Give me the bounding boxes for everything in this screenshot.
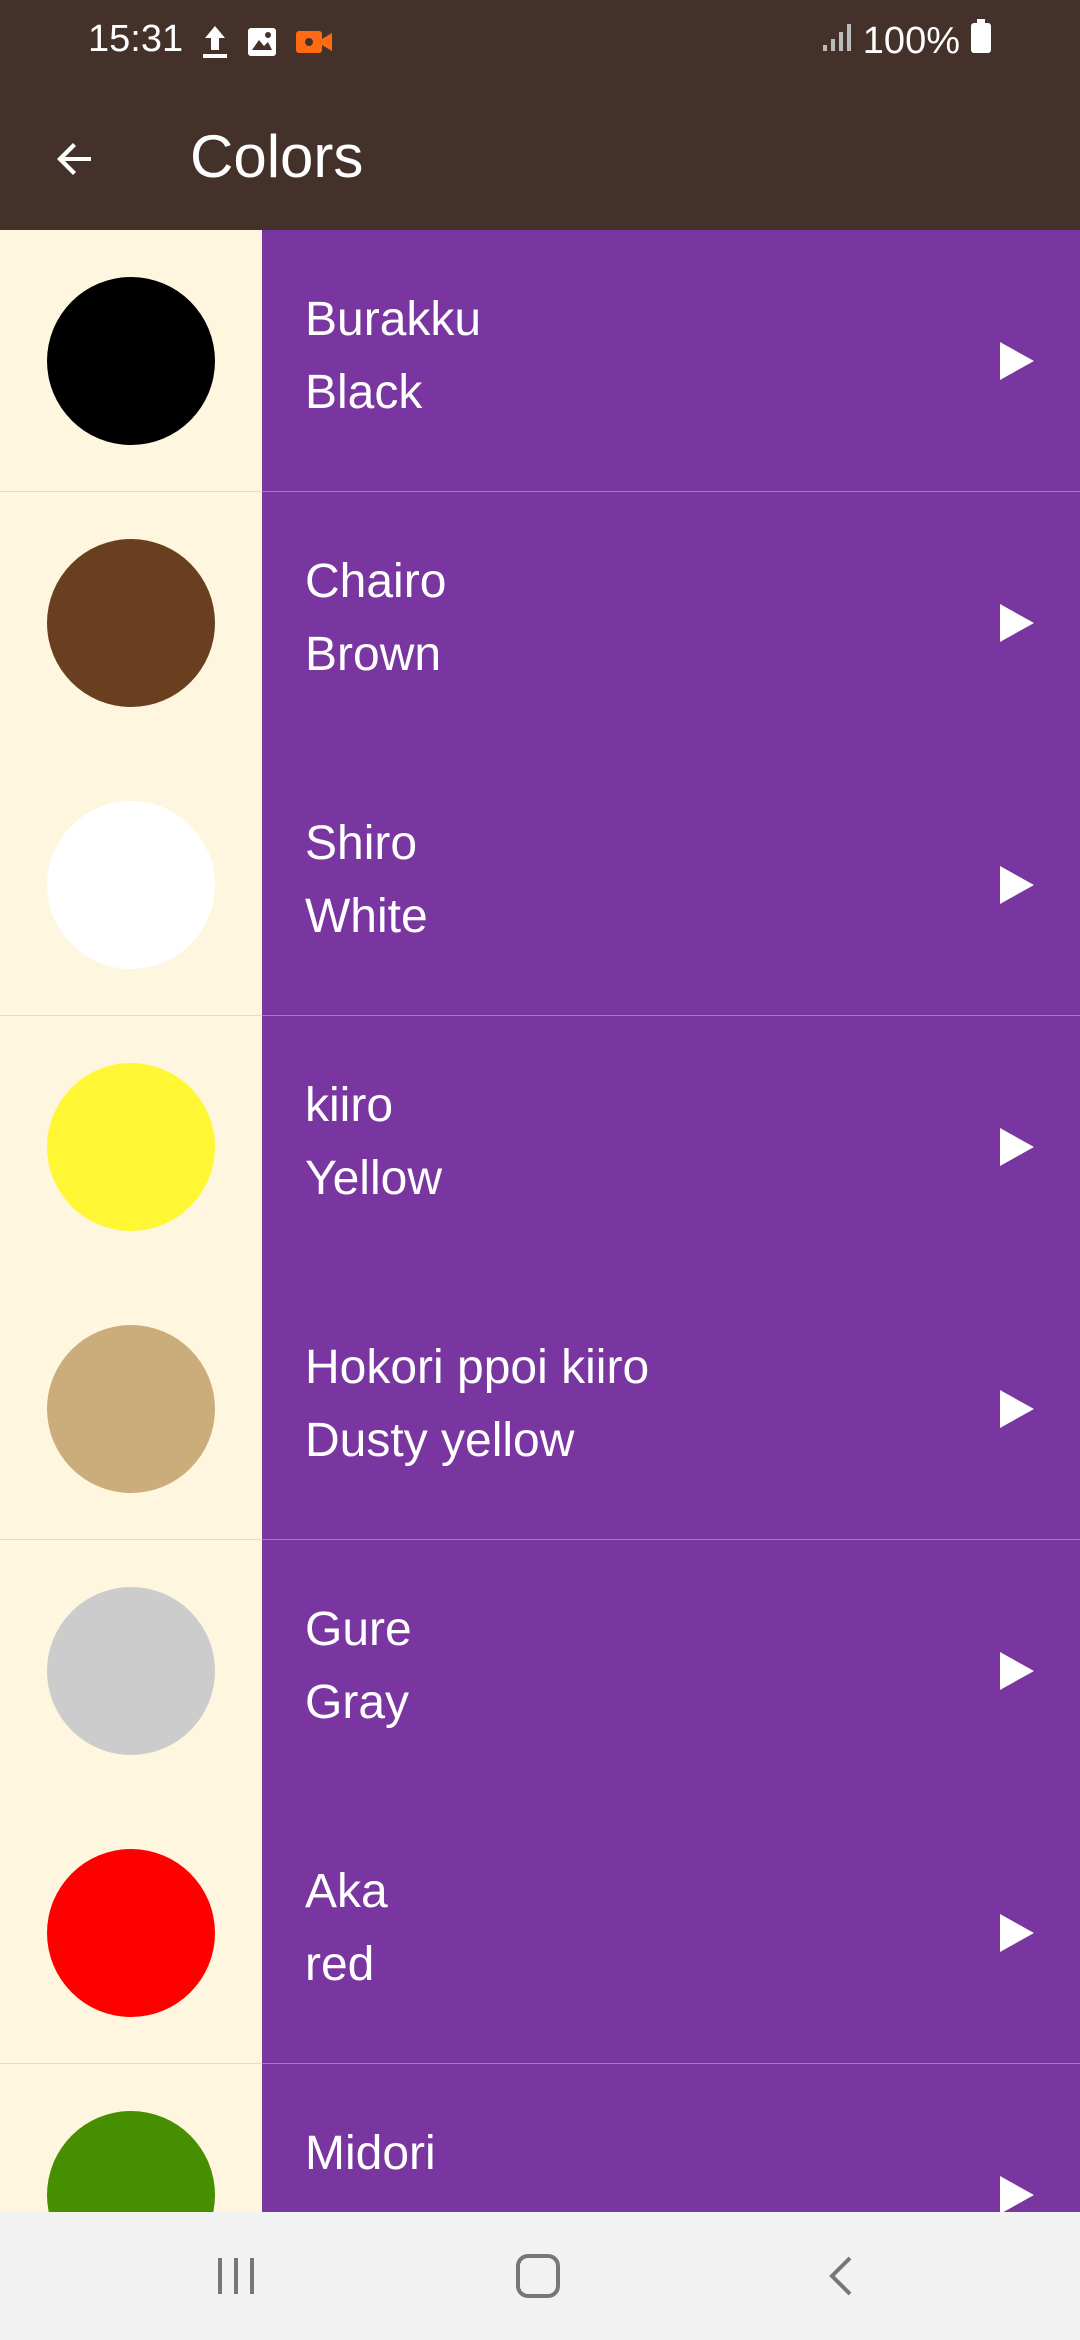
status-notification-icons	[200, 24, 334, 65]
back-button[interactable]	[40, 124, 110, 194]
romaji-label: kiiro	[305, 1079, 394, 1132]
recent-apps-icon	[218, 2258, 254, 2294]
color-swatch	[47, 1849, 215, 2017]
romaji-label: Aka	[305, 1865, 388, 1918]
english-label: White	[305, 890, 428, 943]
text-cell: kiiro Yellow	[262, 1016, 1080, 1278]
english-label: Brown	[305, 628, 442, 681]
signal-icon	[821, 20, 853, 63]
video-recording-icon	[294, 27, 334, 62]
play-button[interactable]	[990, 1646, 1040, 1696]
arrow-left-icon	[57, 143, 91, 175]
list-item[interactable]: Aka red	[0, 1802, 1080, 2064]
romaji-label: Shiro	[305, 817, 418, 870]
play-icon	[1000, 1390, 1034, 1428]
page-title: Colors	[190, 123, 364, 190]
swatch-cell	[0, 1540, 262, 1802]
status-time: 15:31	[88, 18, 184, 60]
romaji-label: Midori	[305, 2127, 436, 2180]
swatch-cell	[0, 230, 1080, 492]
play-icon	[1000, 2176, 1034, 2212]
english-label: Yellow	[305, 1152, 442, 1205]
romaji-label: Gure	[305, 1603, 412, 1656]
romaji-label: Hokori ppoi kiiro	[305, 1341, 650, 1394]
system-nav-bar	[0, 2212, 1080, 2340]
status-bar: 15:31 100%	[0, 0, 1080, 88]
chevron-left-icon	[829, 2256, 852, 2296]
text-cell: Shiro White	[262, 754, 1080, 1016]
upload-icon	[200, 24, 230, 65]
color-swatch	[47, 1325, 215, 1493]
recent-apps-button[interactable]	[206, 2246, 266, 2306]
list-item[interactable]: Chairo Brown	[0, 492, 1080, 754]
swatch-cell	[0, 1278, 1080, 1540]
english-label: Black	[305, 366, 423, 419]
text-cell: Midori	[262, 2064, 1080, 2212]
play-icon	[1000, 1652, 1034, 1690]
play-button[interactable]	[990, 1908, 1040, 1958]
text-cell: Burakku Black	[262, 230, 1080, 492]
image-icon	[246, 26, 278, 63]
play-icon	[1000, 604, 1034, 642]
color-swatch	[47, 2111, 215, 2212]
battery-icon	[970, 18, 992, 64]
swatch-cell	[0, 492, 262, 754]
english-label: Gray	[305, 1676, 410, 1729]
color-swatch	[47, 1063, 215, 1231]
color-swatch	[47, 801, 215, 969]
list-item[interactable]: Shiro White	[0, 754, 1080, 1016]
romaji-label: Chairo	[305, 555, 447, 608]
back-nav-button[interactable]	[812, 2246, 872, 2306]
text-cell: Gure Gray	[262, 1540, 1080, 1802]
english-label: Dusty yellow	[305, 1414, 575, 1467]
english-label: red	[305, 1938, 375, 1991]
text-cell: Aka red	[262, 1802, 1080, 2064]
home-icon	[516, 2254, 560, 2298]
list-item[interactable]: kiiro Yellow	[0, 1016, 1080, 1278]
text-cell: Hokori ppoi kiiro Dusty yellow	[262, 1278, 1080, 1540]
play-button[interactable]	[990, 598, 1040, 648]
play-icon	[1000, 1128, 1034, 1166]
color-swatch	[47, 1587, 215, 1755]
battery-percent: 100%	[862, 19, 960, 62]
status-right: 100%	[821, 18, 992, 64]
text-cell: Chairo Brown	[262, 492, 1080, 754]
list-item[interactable]: Gure Gray	[0, 1540, 1080, 1802]
home-button[interactable]	[508, 2246, 568, 2306]
color-swatch	[47, 277, 215, 445]
swatch-cell	[0, 754, 1080, 1016]
list-item[interactable]: Hokori ppoi kiiro Dusty yellow	[0, 1278, 1080, 1540]
list-item[interactable]: Midori	[0, 2064, 1080, 2212]
color-swatch	[47, 539, 215, 707]
swatch-cell	[0, 1802, 1080, 2064]
play-icon	[1000, 866, 1034, 904]
play-button[interactable]	[990, 1122, 1040, 1172]
color-list: Burakku Black Chairo Brown Shiro White k…	[0, 230, 1080, 2212]
list-item[interactable]: Burakku Black	[0, 230, 1080, 492]
play-button[interactable]	[990, 1384, 1040, 1434]
swatch-cell	[0, 2064, 262, 2212]
play-button[interactable]	[990, 336, 1040, 386]
play-button[interactable]	[990, 2170, 1040, 2212]
swatch-cell	[0, 1016, 262, 1278]
romaji-label: Burakku	[305, 293, 482, 346]
play-icon	[1000, 1914, 1034, 1952]
app-bar: Colors	[0, 88, 1080, 230]
play-icon	[1000, 342, 1034, 380]
play-button[interactable]	[990, 860, 1040, 910]
